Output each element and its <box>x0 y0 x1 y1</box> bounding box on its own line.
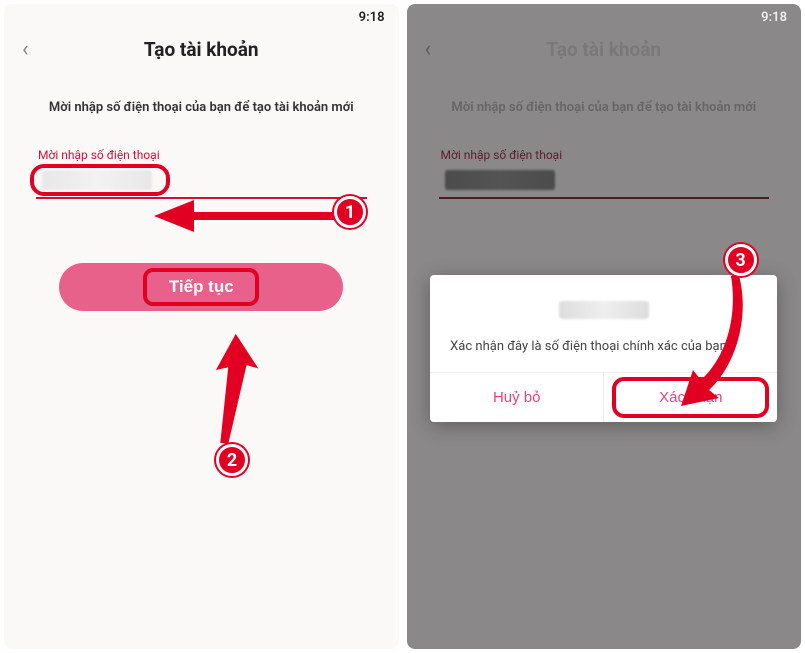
screen-create-account-dialog: 9:18 ‹ Tạo tài khoản Mời nhập số điện th… <box>407 4 802 649</box>
screen-create-account: 9:18 ‹ Tạo tài khoản Mời nhập số điện th… <box>4 4 399 649</box>
confirm-button[interactable]: Xác nhận <box>603 373 777 422</box>
status-time: 9:18 <box>359 10 385 25</box>
page-title: Tạo tài khoản <box>22 38 381 61</box>
confirm-button-label: Xác nhận <box>659 389 722 406</box>
dialog-message: Xác nhận đây là số điện thoại chính xác … <box>450 337 757 357</box>
status-bar: 9:18 <box>407 4 802 27</box>
confirm-dialog: Xác nhận đây là số điện thoại chính xác … <box>430 275 777 423</box>
annotation-arrow-2 <box>204 334 264 449</box>
cancel-button[interactable]: Huỷ bỏ <box>430 373 603 422</box>
dialog-actions: Huỷ bỏ Xác nhận <box>430 372 777 422</box>
cancel-button-label: Huỷ bỏ <box>493 389 541 406</box>
phone-field-wrap <box>36 168 367 199</box>
annotation-step-2: 2 <box>216 444 248 476</box>
phone-field-label: Mời nhập số điện thoại <box>36 148 367 162</box>
status-time: 9:18 <box>761 10 787 25</box>
status-bar: 9:18 <box>4 4 399 27</box>
redacted-phone <box>42 170 152 190</box>
continue-button-label: Tiếp tục <box>169 277 234 296</box>
header: ‹ Tạo tài khoản <box>4 27 399 76</box>
instruction-text: Mời nhập số điện thoại của bạn để tạo tà… <box>36 98 367 148</box>
continue-button[interactable]: Tiếp tục <box>59 263 343 311</box>
dialog-redacted-phone <box>559 301 649 319</box>
